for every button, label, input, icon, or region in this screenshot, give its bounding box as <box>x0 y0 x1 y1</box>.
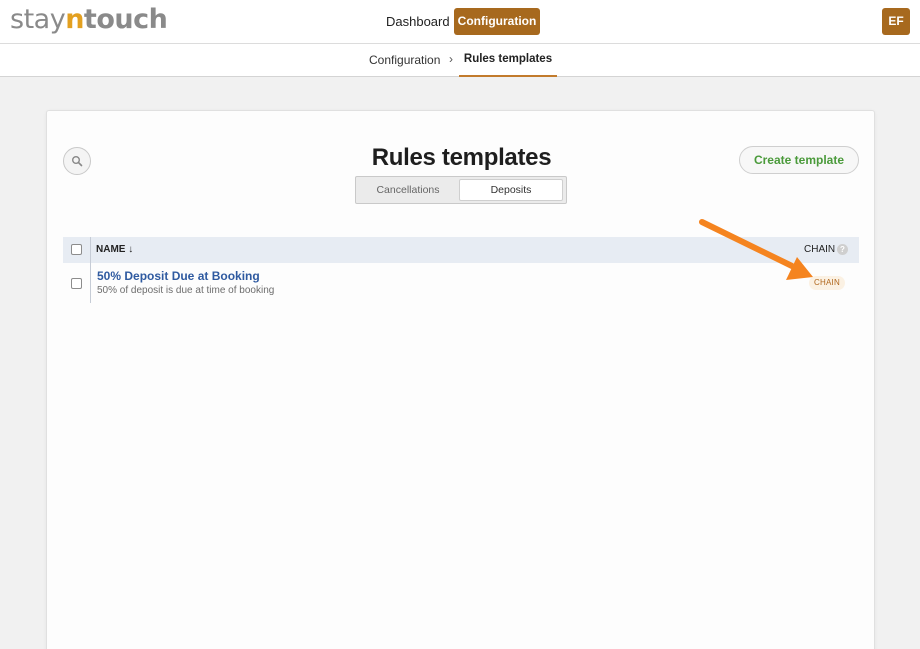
create-template-button[interactable]: Create template <box>739 146 859 174</box>
breadcrumb-separator: › <box>449 52 453 66</box>
nav-dashboard[interactable]: Dashboard <box>380 8 456 35</box>
nav-configuration[interactable]: Configuration <box>454 8 540 35</box>
breadcrumb-configuration[interactable]: Configuration <box>369 53 440 67</box>
tab-deposits[interactable]: Deposits <box>459 179 563 201</box>
top-bar: stayntouch Dashboard Configuration EF <box>0 0 920 44</box>
column-header-chain: CHAIN <box>804 244 836 255</box>
table-row: 50% Deposit Due at Booking 50% of deposi… <box>63 263 859 303</box>
breadcrumb-rules-templates[interactable]: Rules templates <box>459 53 557 77</box>
column-divider <box>90 263 91 303</box>
row-checkbox[interactable] <box>71 278 82 289</box>
template-type-tabs: Cancellations Deposits <box>355 176 567 204</box>
tab-cancellations[interactable]: Cancellations <box>358 179 458 201</box>
help-icon[interactable]: ? <box>837 244 848 255</box>
app-logo[interactable]: stayntouch <box>10 4 168 36</box>
chain-badge: CHAIN <box>809 276 845 290</box>
rules-templates-card: Rules templates Create template Cancella… <box>46 110 875 649</box>
column-divider <box>90 237 91 263</box>
select-all-checkbox[interactable] <box>71 244 82 255</box>
column-header-name[interactable]: NAME ↓ <box>96 244 133 255</box>
template-name-link[interactable]: 50% Deposit Due at Booking <box>97 269 260 283</box>
table-header: NAME ↓ CHAIN ? <box>63 237 859 263</box>
breadcrumb: Configuration › Rules templates <box>0 44 920 77</box>
avatar[interactable]: EF <box>882 8 910 35</box>
template-description: 50% of deposit is due at time of booking <box>97 285 275 296</box>
